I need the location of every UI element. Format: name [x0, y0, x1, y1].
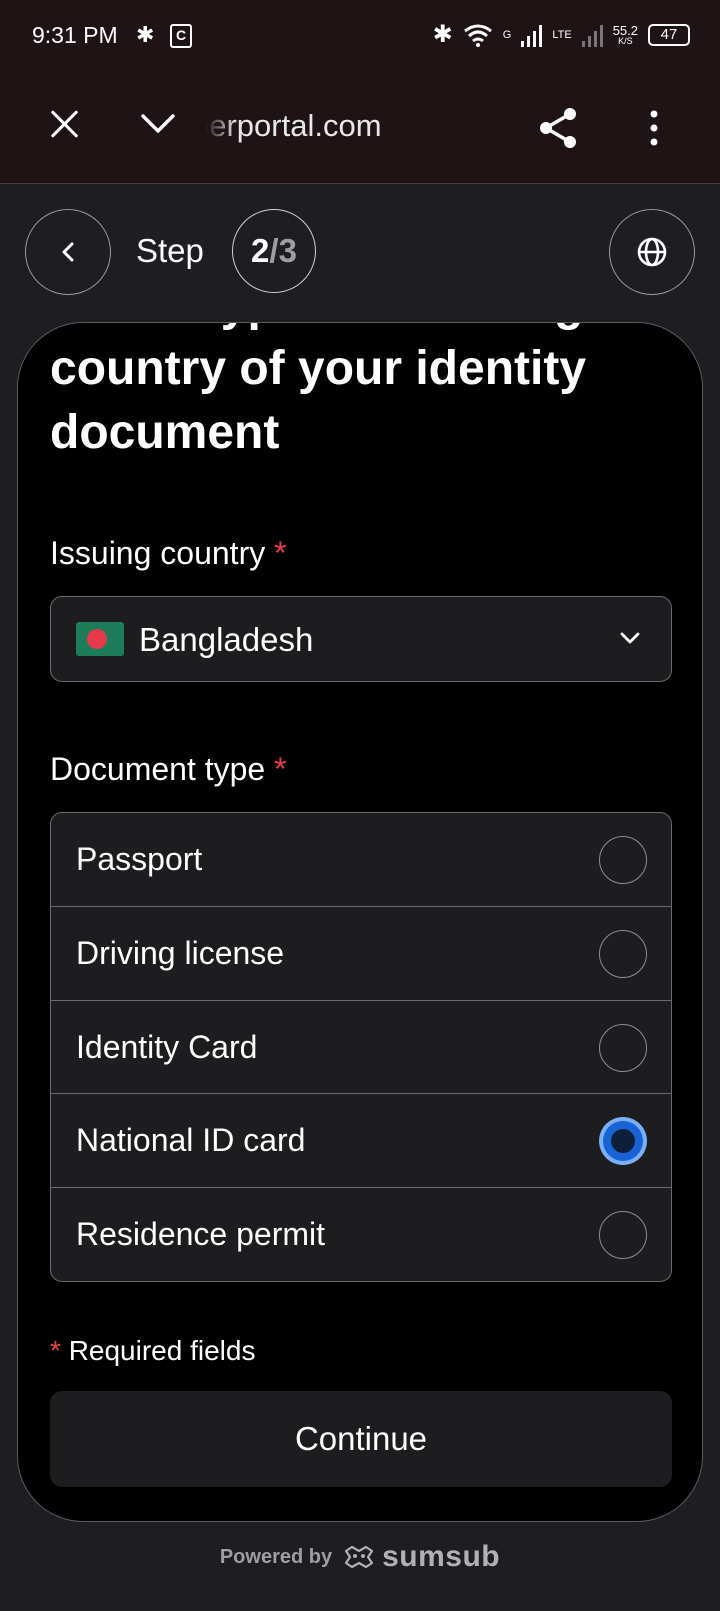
more-options-icon[interactable]	[646, 110, 662, 151]
chevron-down-icon	[620, 632, 640, 644]
country-value: Bangladesh	[139, 621, 314, 658]
status-bar: 9:31 PM ✱ C ✱ G LTE 55.2 K/S 47	[0, 0, 720, 72]
back-button[interactable]	[25, 209, 111, 295]
sumsub-logo-icon	[345, 1545, 374, 1569]
bangladesh-flag-icon	[76, 622, 124, 656]
document-type-label: Residence permit	[76, 1216, 325, 1253]
required-fields-text: Required fields	[68, 1335, 256, 1366]
app-notification-icon: C	[170, 24, 192, 48]
status-time: 9:31 PM	[32, 22, 118, 48]
bluetooth-small-icon: ✱	[136, 22, 155, 47]
status-icons: ✱ G LTE 55.2 K/S 47	[433, 20, 690, 49]
sumsub-wordmark: sumsub	[382, 1540, 501, 1573]
sumsub-logo: sumsub	[342, 1540, 500, 1574]
required-asterisk: *	[274, 535, 287, 571]
issuing-country-select[interactable]: Bangladesh	[50, 596, 672, 682]
chevron-left-icon	[62, 242, 74, 262]
document-type-option-selected[interactable]: National ID card	[51, 1094, 671, 1189]
chevron-down-icon[interactable]	[140, 112, 176, 136]
radio-button[interactable]	[599, 929, 647, 978]
document-type-option[interactable]: Identity Card	[51, 1001, 671, 1095]
battery-icon: 47	[648, 23, 690, 46]
step-separator: /	[269, 232, 279, 269]
bluetooth-icon: ✱	[432, 21, 453, 48]
document-selection-card: Select type and issuing country of your …	[17, 322, 703, 1522]
required-asterisk: *	[274, 751, 287, 787]
step-total: 3	[278, 232, 297, 269]
net-speed-value: 55.2	[612, 22, 638, 38]
continue-button[interactable]: Continue	[50, 1391, 672, 1487]
document-type-label: Driving license	[76, 934, 285, 971]
network-lte-label: LTE	[552, 28, 572, 41]
close-icon[interactable]	[44, 104, 84, 144]
net-speed: 55.2 K/S	[613, 24, 638, 46]
document-type-label-text: Document type	[50, 751, 266, 787]
issuing-country-label: Issuing country *	[50, 535, 287, 572]
url-bar[interactable]: perportal.com	[206, 108, 466, 144]
document-type-radio-group: Passport Driving license Identity Card N…	[50, 812, 672, 1282]
language-button[interactable]	[609, 209, 695, 295]
url-text: perportal.com	[206, 108, 382, 143]
network-g-label: G	[502, 28, 512, 41]
required-asterisk: *	[50, 1335, 61, 1366]
document-type-option[interactable]: Passport	[51, 813, 671, 907]
document-type-label: National ID card	[76, 1122, 306, 1159]
page-title: Select type and issuing country of your …	[50, 323, 587, 459]
required-fields-note: * Required fields	[50, 1335, 255, 1367]
issuing-country-label-text: Issuing country	[50, 535, 266, 571]
step-current: 2	[251, 232, 270, 269]
radio-button-checked[interactable]	[599, 1117, 647, 1166]
document-type-option[interactable]: Driving license	[51, 907, 671, 1001]
wifi-icon	[463, 24, 492, 47]
browser-toolbar: perportal.com	[0, 72, 720, 184]
document-type-label: Identity Card	[76, 1028, 258, 1065]
document-type-label: Passport	[76, 841, 203, 877]
radio-button[interactable]	[599, 836, 647, 884]
globe-icon	[637, 237, 667, 267]
document-type-option[interactable]: Residence permit	[51, 1188, 671, 1281]
signal-secondary-icon	[581, 23, 603, 47]
step-label: Step	[136, 232, 204, 269]
radio-button[interactable]	[599, 1023, 647, 1072]
share-icon[interactable]	[538, 106, 580, 155]
powered-by-text: Powered by	[219, 1545, 333, 1568]
net-speed-unit: K/S	[618, 35, 633, 46]
radio-button[interactable]	[599, 1211, 647, 1260]
step-progress: 2/3	[232, 209, 316, 293]
powered-by-footer: Powered by sumsub	[0, 1540, 720, 1574]
document-type-label: Document type *	[50, 751, 287, 788]
signal-icon	[521, 23, 543, 47]
